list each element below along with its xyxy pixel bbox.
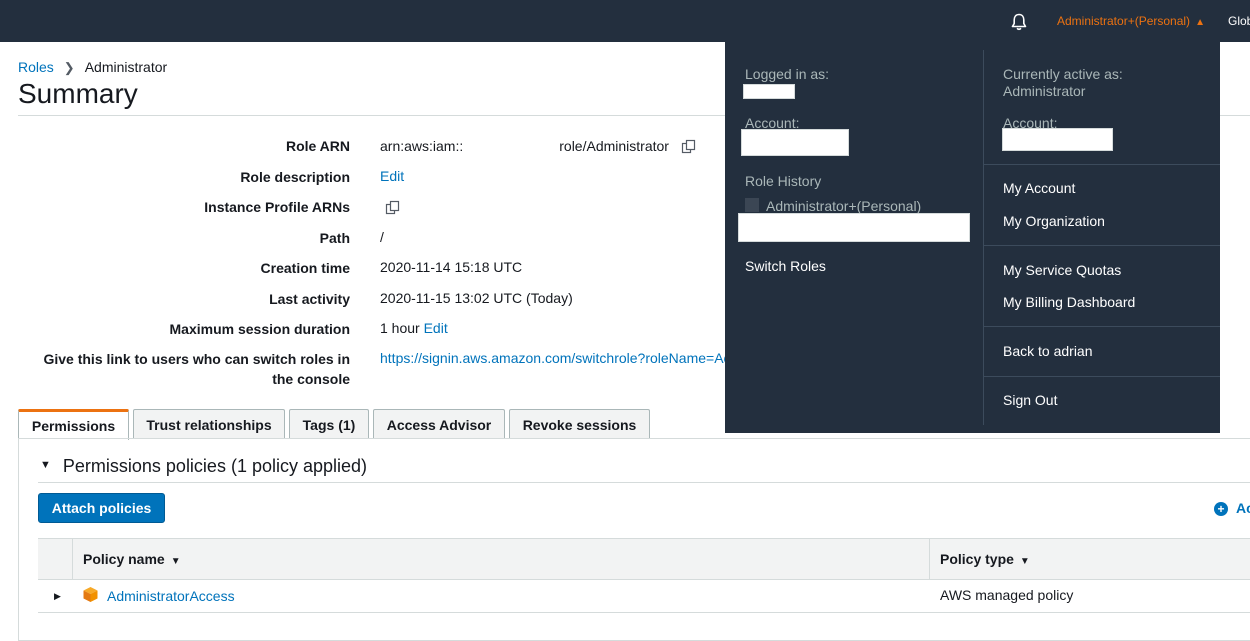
divider (984, 245, 1220, 246)
back-to-user-link[interactable]: Back to adrian (1003, 343, 1093, 359)
role-arn-prefix: arn:aws:iam:: (380, 138, 464, 154)
chevron-right-icon: ❯ (63, 60, 75, 75)
instance-profile-arns-label: Instance Profile ARNs (204, 199, 350, 215)
role-arn-value: arn:aws:iam:: role/Administrator (380, 136, 697, 156)
switch-link-label-line1: Give this link to users who can switch r… (43, 351, 350, 367)
path-value: / (380, 229, 384, 245)
tab-tags[interactable]: Tags (1) (289, 409, 369, 439)
divider (983, 50, 984, 425)
sign-out-link[interactable]: Sign Out (1003, 392, 1057, 408)
copy-icon[interactable] (681, 139, 697, 155)
plus-circle-icon: + (1214, 502, 1228, 516)
my-account-link[interactable]: My Account (1003, 180, 1075, 196)
sort-down-icon: ▼ (1019, 556, 1030, 567)
policy-table-header: Policy name ▼ Policy type ▼ (38, 538, 1250, 580)
expand-row-icon[interactable]: ▶ (54, 591, 61, 602)
table-row: ▶ AdministratorAccess AWS managed policy (38, 580, 1250, 613)
caret-down-icon: ▼ (40, 459, 51, 472)
add-inline-label: Ac (1236, 500, 1250, 516)
switch-role-link[interactable]: https://signin.aws.amazon.com/switchrole… (380, 350, 725, 366)
switch-link-label-line2: the console (272, 371, 350, 387)
column-policy-name[interactable]: Policy name ▼ (83, 539, 181, 579)
account-menu[interactable]: Administrator+(Personal) ▲ (1057, 14, 1205, 28)
caret-up-icon: ▲ (1195, 17, 1205, 28)
my-organization-link[interactable]: My Organization (1003, 213, 1105, 229)
tab-permissions[interactable]: Permissions (18, 409, 129, 440)
my-billing-dashboard-link[interactable]: My Billing Dashboard (1003, 294, 1135, 310)
add-inline-policy-link[interactable]: + Ac (1214, 500, 1250, 516)
role-history-item-label: Administrator+(Personal) (766, 198, 922, 214)
role-history-label: Role History (745, 173, 822, 189)
role-arn-label: Role ARN (285, 138, 350, 154)
redacted-account-id (741, 129, 849, 156)
role-description-edit-link[interactable]: Edit (380, 168, 404, 184)
page-title: Summary (18, 78, 138, 109)
policy-name-link[interactable]: AdministratorAccess (107, 588, 235, 604)
top-nav-bar: Administrator+(Personal) ▲ Glob (0, 0, 1250, 42)
creation-time-label: Creation time (260, 260, 350, 276)
divider (38, 482, 1250, 483)
redacted-username (743, 84, 795, 99)
logged-in-as-label: Logged in as: (745, 66, 830, 82)
bell-icon[interactable] (1009, 12, 1029, 32)
column-divider (72, 539, 73, 579)
switch-link-label: Give this link to users who can switch r… (0, 349, 350, 389)
breadcrumb-current: Administrator (84, 59, 168, 75)
breadcrumb: Roles ❯ Administrator (18, 59, 167, 76)
copy-icon[interactable] (385, 200, 401, 216)
creation-time-value: 2020-11-14 15:18 UTC (380, 259, 523, 275)
last-activity-label: Last activity (269, 291, 350, 307)
tab-trust-relationships[interactable]: Trust relationships (133, 409, 285, 439)
currently-active-label: Currently active as: (1003, 66, 1123, 82)
attach-policies-button[interactable]: Attach policies (38, 493, 165, 523)
column-policy-type[interactable]: Policy type ▼ (940, 539, 1030, 579)
max-session-value: 1 hour (380, 320, 420, 336)
divider (984, 376, 1220, 377)
divider (984, 326, 1220, 327)
redacted-role-history (738, 213, 970, 242)
tab-revoke-sessions[interactable]: Revoke sessions (509, 409, 650, 439)
permissions-heading: Permissions policies (1 policy applied) (62, 456, 368, 476)
last-activity-value: 2020-11-15 13:02 UTC (Today) (380, 290, 573, 306)
column-divider (929, 539, 930, 579)
policy-type-value: AWS managed policy (940, 587, 1074, 603)
role-arn-suffix: role/Administrator (559, 138, 669, 154)
column-policy-name-label: Policy name (83, 551, 165, 567)
region-menu[interactable]: Glob (1228, 14, 1250, 28)
role-description-label: Role description (240, 169, 350, 185)
role-history-item[interactable]: Administrator+(Personal) (745, 198, 921, 214)
path-label: Path (319, 230, 350, 246)
divider (984, 164, 1220, 165)
switch-roles-link[interactable]: Switch Roles (745, 258, 826, 274)
aws-managed-policy-icon (82, 586, 99, 603)
permissions-section-header[interactable]: ▼ Permissions policies (1 policy applied) (40, 456, 367, 477)
sort-down-icon: ▼ (170, 556, 181, 567)
account-menu-label: Administrator+(Personal) (1057, 14, 1191, 28)
breadcrumb-roles-link[interactable]: Roles (18, 59, 54, 75)
account-dropdown: Logged in as: Account: Role History Admi… (725, 42, 1220, 433)
role-color-swatch-icon (745, 198, 759, 213)
max-session-edit-link[interactable]: Edit (424, 320, 448, 336)
column-policy-type-label: Policy type (940, 551, 1014, 567)
my-service-quotas-link[interactable]: My Service Quotas (1003, 262, 1121, 278)
currently-active-value: Administrator (1003, 83, 1086, 99)
tab-access-advisor[interactable]: Access Advisor (373, 409, 505, 439)
max-session-label: Maximum session duration (169, 321, 350, 337)
redacted-active-account (1002, 128, 1113, 151)
